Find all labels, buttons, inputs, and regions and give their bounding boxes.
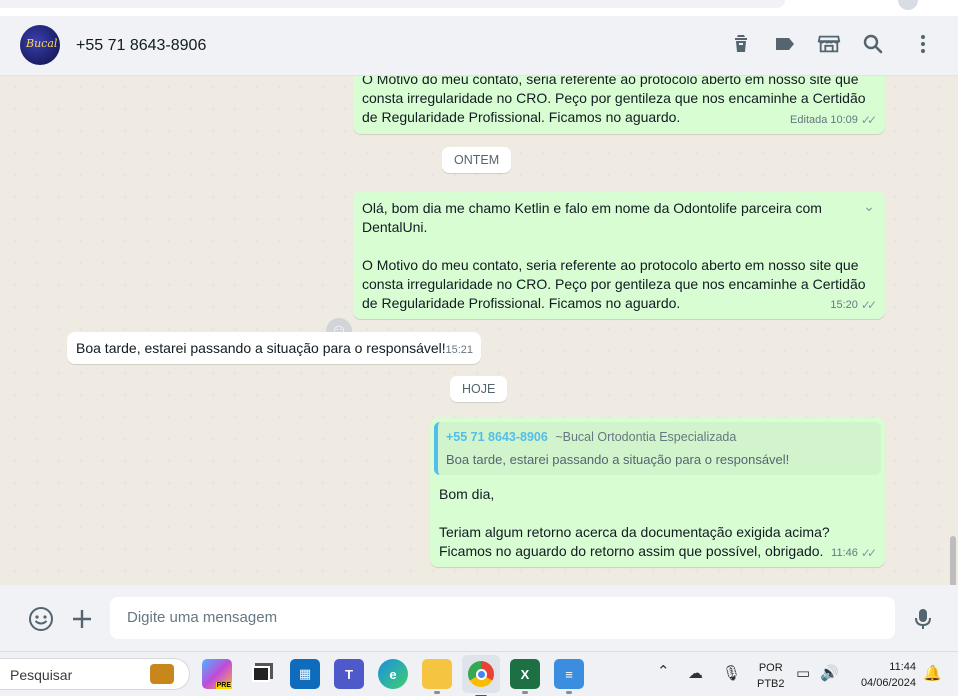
message-time: 11:46 <box>831 547 858 559</box>
excel-icon[interactable]: X <box>510 659 540 694</box>
chevron-up-icon[interactable]: ⌃ <box>657 662 670 680</box>
message-outgoing[interactable]: ⌄ Olá, bom dia me chamo Ketlin e falo em… <box>353 191 885 319</box>
copilot-badge: PRE <box>215 682 232 689</box>
double-check-icon: ✓✓ <box>860 298 877 312</box>
date-divider-yesterday: ONTEM <box>442 147 512 173</box>
message-meta: Editada 10:09 ✓✓ <box>790 111 877 130</box>
menu-icon[interactable] <box>911 32 935 56</box>
message-outgoing-reply[interactable]: +55 71 8643-8906 ~Bucal Ortodontia Espec… <box>430 418 885 567</box>
message-text-line: DentalUni. <box>362 219 428 235</box>
clock[interactable]: 11:44 04/06/2024 <box>852 659 916 691</box>
chat-scrollbar[interactable] <box>950 536 956 585</box>
contact-name[interactable]: +55 71 8643-8906 <box>76 37 206 55</box>
clock-date: 04/06/2024 <box>860 677 916 689</box>
edge-icon[interactable]: e <box>378 659 408 689</box>
message-text-line: consta irregularidade no CRO. Peço por g… <box>362 90 866 106</box>
message-composer: Digite uma mensagem <box>0 585 958 651</box>
message-time: 15:20 <box>830 299 858 311</box>
message-incoming[interactable]: Boa tarde, estarei passando a situação p… <box>67 332 481 364</box>
label-icon[interactable] <box>773 32 797 56</box>
message-meta: 11:46 ✓✓ <box>831 544 877 563</box>
chat-header: Bucal +55 71 8643-8906 <box>0 16 958 76</box>
date-divider-today: HOJE <box>450 376 508 402</box>
chat-area[interactable]: O Motivo do meu contato, seria referente… <box>4 76 958 585</box>
message-text-line: Bom dia, <box>439 486 495 502</box>
language-top: POR <box>758 662 783 674</box>
chevron-down-icon[interactable]: ⌄ <box>863 197 875 216</box>
taskbar-search[interactable]: Pesquisar <box>0 658 190 690</box>
network-icon[interactable]: ▭ <box>796 664 810 682</box>
message-text-line: consta irregularidade no CRO. Peço por g… <box>362 276 866 292</box>
language-bottom: PTB2 <box>757 678 785 690</box>
message-text-line: Ficamos no aguardo do retorno assim que … <box>439 543 824 559</box>
message-text-line: Teriam algum retorno acerca da documenta… <box>439 524 830 540</box>
microphone-tray-icon[interactable]: 🎙 <box>722 664 741 682</box>
message-text: Boa tarde, estarei passando a situação p… <box>76 340 446 356</box>
microphone-icon[interactable] <box>910 606 936 632</box>
message-text-line: Olá, bom dia me chamo Ketlin e falo em n… <box>362 200 822 216</box>
double-check-icon: ✓✓ <box>860 113 877 127</box>
quoted-sender-name: ~Bucal Ortodontia Especializada <box>555 430 737 444</box>
emoji-icon[interactable] <box>28 606 54 632</box>
copilot-icon[interactable]: PRE <box>202 659 232 689</box>
message-text-line: de Regularidade Profissional. Ficamos no… <box>362 295 681 311</box>
teams-icon[interactable]: T <box>334 659 364 689</box>
delete-icon[interactable] <box>729 32 753 56</box>
message-input-placeholder: Digite uma mensagem <box>127 609 278 626</box>
message-input[interactable]: Digite uma mensagem <box>110 597 895 639</box>
message-time: 15:21 <box>445 344 473 356</box>
message-outgoing[interactable]: O Motivo do meu contato, seria referente… <box>353 76 885 134</box>
chrome-icon[interactable] <box>462 655 500 696</box>
language-indicator[interactable]: POR PTB2 <box>757 660 785 692</box>
notepad-icon[interactable]: ≡ <box>554 659 584 694</box>
message-time: 10:09 <box>830 114 858 126</box>
search-icon[interactable] <box>861 32 885 56</box>
double-check-icon: ✓✓ <box>860 546 877 560</box>
task-view-icon[interactable] <box>246 659 276 689</box>
store-icon[interactable] <box>817 32 843 56</box>
store-app-icon[interactable]: ▦ <box>290 659 320 689</box>
browser-profile-icon[interactable] <box>898 0 918 10</box>
briefcase-icon <box>150 664 174 684</box>
avatar[interactable]: Bucal <box>20 25 60 65</box>
windows-taskbar: Pesquisar PRE ▦ T e X ≡ ⌃ ☁ 🎙 POR PTB2 ▭… <box>0 651 958 696</box>
cloud-offline-icon[interactable]: ☁ <box>688 664 703 682</box>
edited-label: Editada <box>790 114 828 126</box>
quoted-sender-number: +55 71 8643-8906 <box>446 430 548 444</box>
quoted-text: Boa tarde, estarei passando a situação p… <box>446 452 790 467</box>
volume-icon[interactable]: 🔊 <box>820 664 839 682</box>
quoted-message[interactable]: +55 71 8643-8906 ~Bucal Ortodontia Espec… <box>434 422 881 475</box>
taskbar-search-label: Pesquisar <box>10 667 73 683</box>
message-meta: 15:21 <box>445 341 473 360</box>
attach-plus-icon[interactable] <box>69 606 95 632</box>
notification-bell-icon[interactable]: 🔔 <box>923 664 942 682</box>
file-explorer-icon[interactable] <box>422 659 452 694</box>
message-text-line: O Motivo do meu contato, seria referente… <box>362 257 859 273</box>
browser-top-strip <box>0 0 958 16</box>
message-text-line: O Motivo do meu contato, seria referente… <box>362 76 859 87</box>
browser-address-bar-edge <box>0 0 785 8</box>
clock-time: 11:44 <box>889 661 916 673</box>
message-meta: 15:20 ✓✓ <box>830 296 877 315</box>
avatar-logo-text: Bucal <box>26 37 58 50</box>
